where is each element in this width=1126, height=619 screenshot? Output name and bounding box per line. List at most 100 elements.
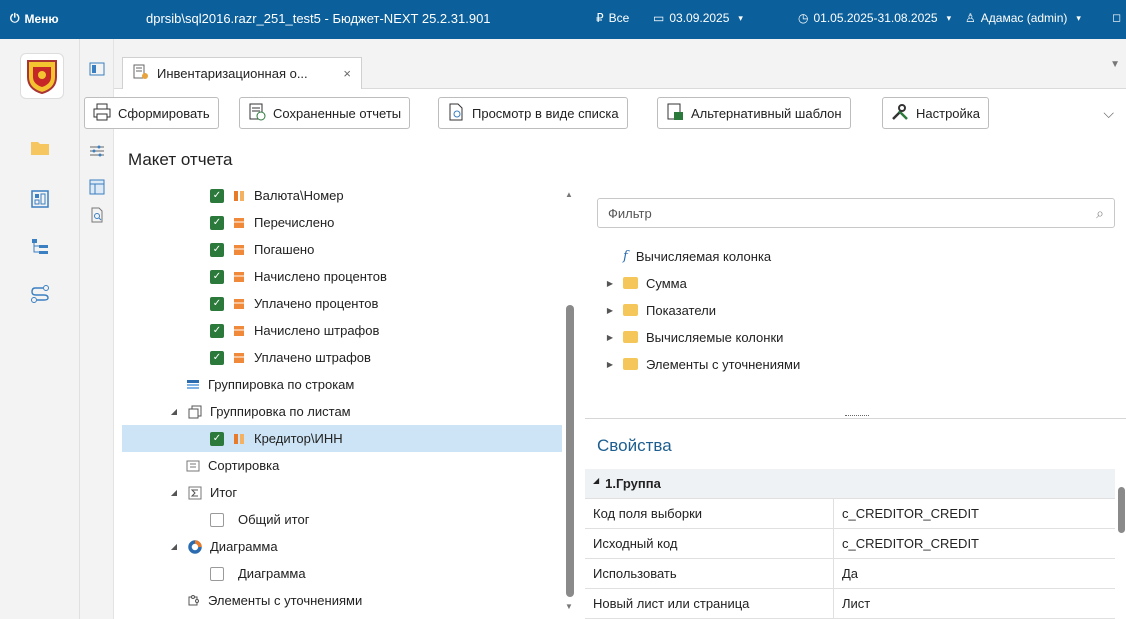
splitter-grip[interactable] xyxy=(845,415,869,419)
property-value[interactable]: Да xyxy=(834,559,1115,588)
generate-button[interactable]: Сформировать xyxy=(84,97,219,129)
property-row[interactable]: Новый лист или страница Лист xyxy=(585,589,1115,619)
toolbar: Сформировать Сохраненные отчеты Просмотр… xyxy=(80,95,1126,135)
list-view-button[interactable]: Просмотр в виде списка xyxy=(438,97,628,129)
coat-of-arms-logo xyxy=(20,53,64,99)
tree-item-sheet-grouping[interactable]: ◢ Группировка по листам xyxy=(122,398,562,425)
expand-triangle-icon[interactable]: ◢ xyxy=(168,488,180,497)
report-settings-icon xyxy=(133,64,149,83)
checkbox[interactable]: ✓ xyxy=(210,269,224,284)
period-selector[interactable]: ◷ 01.05.2025-31.08.2025 ▾ xyxy=(798,11,951,25)
property-row[interactable]: Код поля выборки c_CREDITOR_CREDIT xyxy=(585,499,1115,529)
properties-title: Свойства xyxy=(597,436,672,455)
saved-reports-button[interactable]: Сохраненные отчеты xyxy=(239,97,411,129)
property-key: Использовать xyxy=(585,559,834,588)
search-icon[interactable]: ⌕ xyxy=(1096,205,1104,222)
scroll-up-icon[interactable]: ▲ xyxy=(565,190,573,199)
checkbox[interactable] xyxy=(210,566,224,581)
expand-arrow-icon[interactable]: ▶ xyxy=(605,333,615,342)
expand-arrow-icon[interactable]: ▶ xyxy=(605,360,615,369)
property-value[interactable]: Лист xyxy=(834,589,1115,618)
alt-template-button[interactable]: Альтернативный шаблон xyxy=(657,97,851,129)
property-row[interactable]: Использовать Да xyxy=(585,559,1115,589)
field-folder[interactable]: ▶ Вычисляемые колонки xyxy=(605,325,783,349)
date-selector[interactable]: ▭ 03.09.2025 ▾ xyxy=(653,11,743,25)
currency-selector[interactable]: ₽ Все xyxy=(596,11,629,25)
checkbox[interactable]: ✓ xyxy=(210,296,224,311)
tree-item[interactable]: Диаграмма xyxy=(122,560,562,587)
workflow-icon[interactable] xyxy=(30,284,50,304)
properties-scrollbar[interactable] xyxy=(1118,469,1126,619)
row-grouping-icon xyxy=(186,378,200,392)
date-label: 03.09.2025 xyxy=(669,11,730,25)
tab-label: Инвентаризационная о... xyxy=(157,66,308,81)
property-value[interactable]: c_CREDITOR_CREDIT xyxy=(834,529,1115,558)
folder-icon[interactable] xyxy=(30,139,50,159)
tab-inventory-report[interactable]: Инвентаризационная о... × xyxy=(122,57,362,89)
settings-button[interactable]: Настройка xyxy=(882,97,989,129)
chevron-down-icon[interactable]: ▼ xyxy=(1110,59,1120,70)
settings-sliders-icon[interactable] xyxy=(89,143,105,159)
tree-item[interactable]: ✓ Начислено процентов xyxy=(122,263,562,290)
measure-icon xyxy=(232,351,246,365)
title-bar: ⏻ Меню dprsib\sql2016.razr_251_test5 - Б… xyxy=(0,0,1126,39)
property-value[interactable]: c_CREDITOR_CREDIT xyxy=(834,499,1115,528)
preview-icon[interactable] xyxy=(89,207,105,223)
user-selector[interactable]: ♙ Адамас (admin) ▾ xyxy=(965,11,1081,25)
tree-item[interactable]: ✓ Уплачено штрафов xyxy=(122,344,562,371)
function-icon: f xyxy=(623,248,628,264)
field-folder[interactable]: ▶ Показатели xyxy=(605,298,716,322)
alt-template-label: Альтернативный шаблон xyxy=(691,105,842,121)
folder-icon xyxy=(623,277,638,289)
field-folder[interactable]: ▶ Сумма xyxy=(605,271,687,295)
tree-item[interactable]: ✓ Погашено xyxy=(122,236,562,263)
scrollbar-thumb[interactable] xyxy=(1118,487,1125,533)
checkbox[interactable]: ✓ xyxy=(210,242,224,257)
property-key: Код поля выборки xyxy=(585,499,834,528)
checkbox[interactable]: ✓ xyxy=(210,431,224,446)
tree-item[interactable]: ✓ Уплачено процентов xyxy=(122,290,562,317)
scroll-down-icon[interactable]: ▼ xyxy=(565,602,573,611)
tree-item-refined-elements[interactable]: Элементы с уточнениями xyxy=(122,587,562,614)
measure-icon xyxy=(232,216,246,230)
collapse-triangle-icon[interactable]: ◢ xyxy=(593,476,599,491)
power-icon: ⏻ xyxy=(10,11,20,25)
tree-scrollbar[interactable]: ▲ ▼ xyxy=(565,190,575,615)
tree-item-creditor[interactable]: ✓ Кредитор\ИНН xyxy=(122,425,562,452)
dashboard-icon[interactable] xyxy=(30,189,50,209)
page-title: Макет отчета xyxy=(128,150,233,169)
checkbox[interactable]: ✓ xyxy=(210,350,224,365)
field-calc-column[interactable]: f Вычисляемая колонка xyxy=(623,244,771,268)
tree-item[interactable]: ✓ Валюта\Номер xyxy=(122,182,562,209)
tree-item-sorting[interactable]: Сортировка xyxy=(122,452,562,479)
field-folder[interactable]: ▶ Элементы с уточнениями xyxy=(605,352,800,376)
tree-item[interactable]: ✓ Перечислено xyxy=(122,209,562,236)
tree-item[interactable]: ✓ Начислено штрафов xyxy=(122,317,562,344)
expand-arrow-icon[interactable]: ▶ xyxy=(605,279,615,288)
printer-icon xyxy=(93,103,111,124)
close-icon[interactable]: × xyxy=(343,66,351,81)
checkbox[interactable]: ✓ xyxy=(210,323,224,338)
expand-triangle-icon[interactable]: ◢ xyxy=(168,542,180,551)
menu-button[interactable]: ⏻ Меню xyxy=(10,11,59,26)
tree-item-row-grouping[interactable]: Группировка по строкам xyxy=(122,371,562,398)
filter-input[interactable]: Фильтр ⌕ xyxy=(597,198,1115,228)
left-rail xyxy=(0,39,80,619)
checkbox[interactable]: ✓ xyxy=(210,215,224,230)
checkbox[interactable]: ✓ xyxy=(210,188,224,203)
chevron-down-icon[interactable]: ⌵ xyxy=(1103,105,1114,122)
property-group-header[interactable]: ◢ 1.Группа xyxy=(585,469,1115,499)
bell-icon[interactable]: ◻ xyxy=(1112,11,1121,24)
layout-icon[interactable] xyxy=(89,179,105,195)
expand-triangle-icon[interactable]: ◢ xyxy=(168,407,180,416)
scrollbar-thumb[interactable] xyxy=(566,305,574,597)
property-row[interactable]: Исходный код c_CREDITOR_CREDIT xyxy=(585,529,1115,559)
tab-bar: Инвентаризационная о... × ▼ xyxy=(114,39,1126,89)
tree-structure-icon[interactable] xyxy=(30,237,50,257)
panel-toggle-icon[interactable] xyxy=(89,61,105,77)
tree-item[interactable]: Общий итог xyxy=(122,506,562,533)
expand-arrow-icon[interactable]: ▶ xyxy=(605,306,615,315)
checkbox[interactable] xyxy=(210,512,224,527)
tree-item-chart[interactable]: ◢ Диаграмма xyxy=(122,533,562,560)
tree-item-totals[interactable]: ◢ Итог xyxy=(122,479,562,506)
